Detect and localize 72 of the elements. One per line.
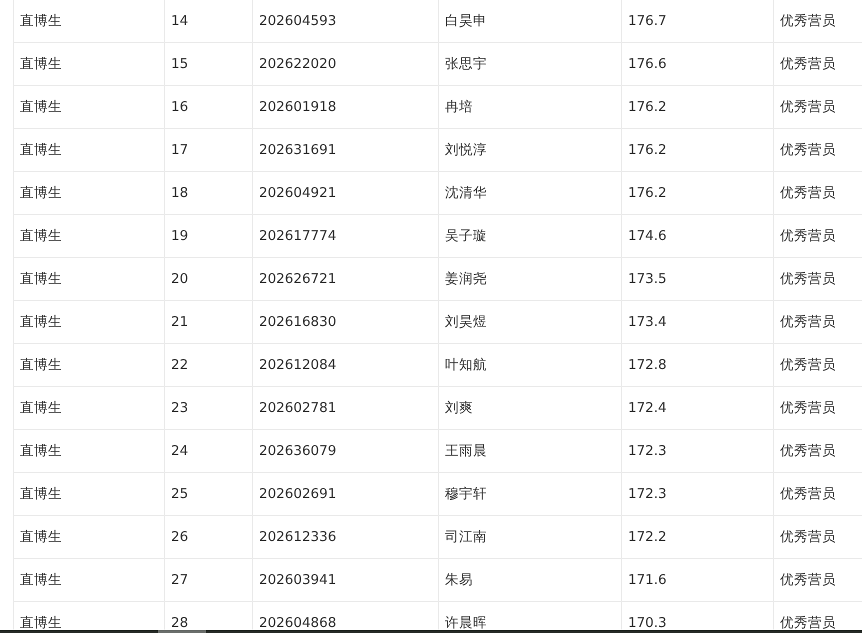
table-cell: 沈清华 — [438, 172, 622, 214]
table-cell: 直博生 — [14, 430, 164, 472]
table-cell: 白昊申 — [438, 0, 622, 42]
table-cell: 176.2 — [622, 128, 774, 172]
table-cell: 朱易 — [438, 558, 622, 602]
table-cell: 17 — [164, 128, 252, 172]
table-cell: 172.4 — [622, 386, 774, 430]
table-cell: 176.2 — [622, 172, 774, 214]
table-cell: 26 — [164, 516, 252, 558]
table-cell: 202602691 — [252, 472, 438, 516]
table-cell: 王雨晨 — [438, 430, 622, 472]
table-cell: 23 — [164, 386, 252, 430]
table-cell: 202601918 — [252, 86, 438, 128]
table-cell: 174.6 — [622, 214, 774, 258]
table-cell: 张思宇 — [438, 42, 622, 86]
table-cell: 叶知航 — [438, 344, 622, 386]
table-cell: 202616830 — [252, 300, 438, 344]
table-cell: 直博生 — [14, 214, 164, 258]
table-cell: 18 — [164, 172, 252, 214]
table-cell: 27 — [164, 558, 252, 602]
table-cell: 202622020 — [252, 42, 438, 86]
scrollbar[interactable] — [0, 630, 862, 633]
table-cell: 202604921 — [252, 172, 438, 214]
table-cell: 172.2 — [622, 516, 774, 558]
table-cell: 直博生 — [14, 300, 164, 344]
table-cell: 173.4 — [622, 300, 774, 344]
table-cell: 202612336 — [252, 516, 438, 558]
table-cell: 202603941 — [252, 558, 438, 602]
table-cell: 冉培 — [438, 86, 622, 128]
table-cell: 直博生 — [14, 172, 164, 214]
table-cell: 22 — [164, 344, 252, 386]
table-cell: 171.6 — [622, 558, 774, 602]
table-cell: 176.6 — [622, 42, 774, 86]
table-cell: 20 — [164, 258, 252, 300]
table-cell: 176.2 — [622, 86, 774, 128]
table-cell: 吴子璇 — [438, 214, 622, 258]
table-cell: 19 — [164, 214, 252, 258]
table-cell: 202631691 — [252, 128, 438, 172]
table-cell: 直博生 — [14, 344, 164, 386]
table-cell: 刘悦淳 — [438, 128, 622, 172]
table-cell: 202604593 — [252, 0, 438, 42]
table-cell: 21 — [164, 300, 252, 344]
table-cell: 202602781 — [252, 386, 438, 430]
table-cell: 172.3 — [622, 472, 774, 516]
table-cell: 202617774 — [252, 214, 438, 258]
table-cell: 直博生 — [14, 42, 164, 86]
table-cell: 直博生 — [14, 86, 164, 128]
table-cell: 202636079 — [252, 430, 438, 472]
table-cell: 172.3 — [622, 430, 774, 472]
table-cell: 16 — [164, 86, 252, 128]
table-cell: 15 — [164, 42, 252, 86]
table-cell: 25 — [164, 472, 252, 516]
table-cell: 直博生 — [14, 558, 164, 602]
table-cell: 刘昊煜 — [438, 300, 622, 344]
table-cell: 176.7 — [622, 0, 774, 42]
table-cell: 14 — [164, 0, 252, 42]
table-cell: 172.8 — [622, 344, 774, 386]
table-cell: 直博生 — [14, 0, 164, 42]
table-cell: 刘爽 — [438, 386, 622, 430]
table-cell: 直博生 — [14, 516, 164, 558]
table-cell: 202626721 — [252, 258, 438, 300]
table-cell: 直博生 — [14, 128, 164, 172]
table-cell: 直博生 — [14, 472, 164, 516]
scrollbar-thumb[interactable] — [158, 630, 206, 633]
table-cell: 直博生 — [14, 258, 164, 300]
table-cell: 姜润尧 — [438, 258, 622, 300]
table-cell: 24 — [164, 430, 252, 472]
table-cell: 司江南 — [438, 516, 622, 558]
table-cell: 穆宇轩 — [438, 472, 622, 516]
table-cell: 173.5 — [622, 258, 774, 300]
table-cell: 直博生 — [14, 386, 164, 430]
table-cell: 202612084 — [252, 344, 438, 386]
